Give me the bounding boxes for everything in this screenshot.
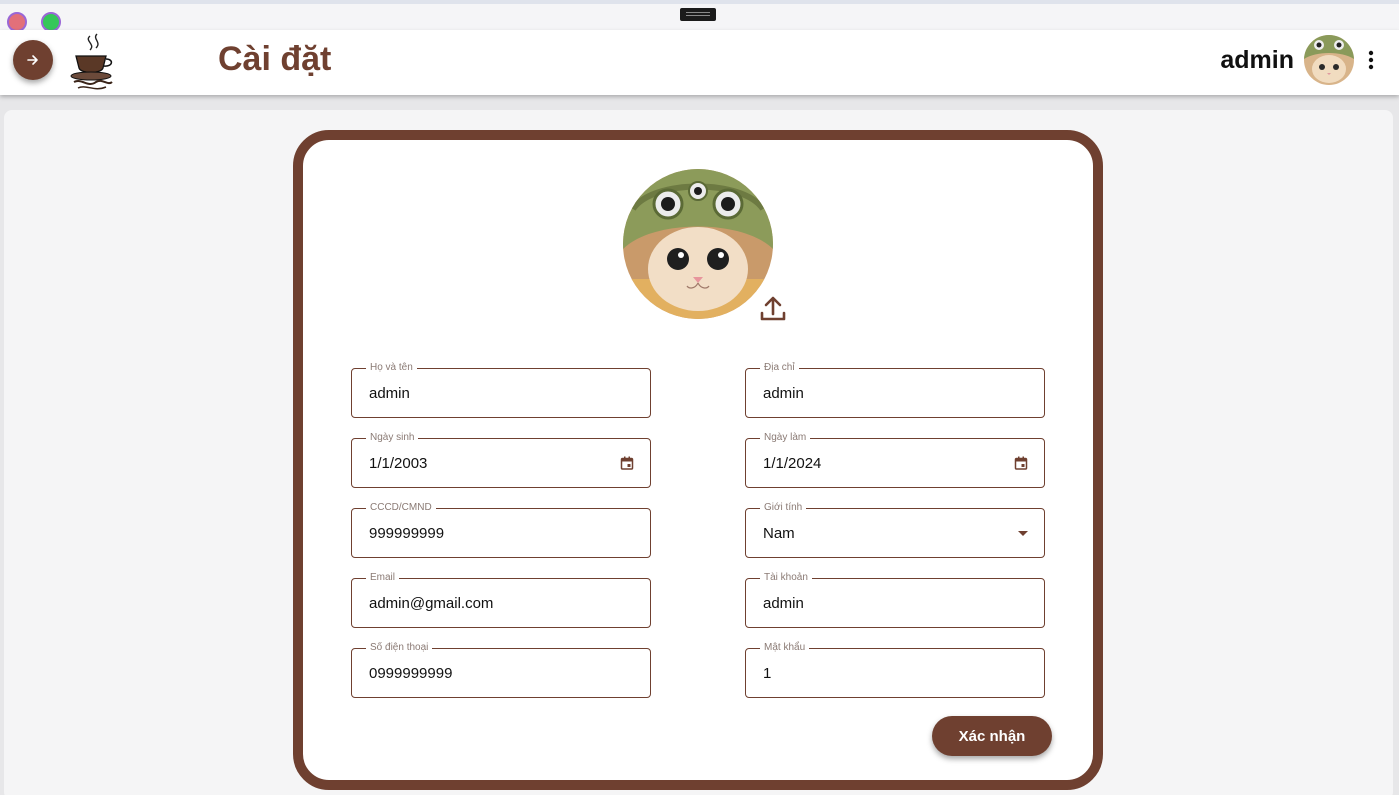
profile-avatar[interactable] (623, 169, 773, 319)
id-number-field[interactable]: CCCD/CMND 999999999 (351, 502, 651, 558)
app-bar: Cài đặt admin (0, 30, 1399, 95)
birth-date-field[interactable]: Ngày sinh 1/1/2003 (351, 432, 651, 488)
field-value[interactable]: admin (763, 385, 804, 402)
more-vertical-icon[interactable] (1362, 48, 1380, 72)
account-field[interactable]: Tài khoản admin (745, 572, 1045, 628)
caret-down-icon[interactable] (1018, 531, 1028, 536)
field-value[interactable]: 1/1/2003 (369, 455, 427, 472)
username-label: admin (1220, 46, 1294, 74)
field-value[interactable]: 1/1/2024 (763, 455, 821, 472)
field-label: Ngày làm (760, 432, 811, 444)
maximize-window-button[interactable] (41, 12, 61, 32)
field-label: Địa chỉ (760, 362, 799, 374)
field-value[interactable]: 1 (763, 665, 771, 682)
close-window-button[interactable] (7, 12, 27, 32)
cat-avatar-image (1304, 35, 1354, 85)
window-titlebar[interactable] (0, 0, 1399, 32)
field-label: Tài khoản (760, 572, 812, 584)
field-label: Số điện thoại (366, 642, 433, 654)
field-value[interactable]: admin@gmail.com (369, 595, 493, 612)
field-label: CCCD/CMND (366, 502, 436, 514)
calendar-icon[interactable] (1014, 456, 1028, 470)
field-label: Họ và tên (366, 362, 417, 374)
coffee-cup-logo (70, 33, 113, 90)
field-value[interactable]: Nam (763, 525, 795, 542)
phone-field[interactable]: Số điện thoại 0999999999 (351, 642, 651, 698)
field-value[interactable]: 0999999999 (369, 665, 452, 682)
arrow-right-icon (27, 55, 38, 65)
address-field[interactable]: Địa chỉ admin (745, 362, 1045, 418)
calendar-icon[interactable] (620, 456, 634, 470)
gender-select[interactable]: Giới tính Nam (745, 502, 1045, 558)
drag-handle[interactable] (680, 8, 716, 21)
field-value[interactable]: 999999999 (369, 525, 444, 542)
nav-toggle-button[interactable] (13, 40, 53, 80)
full-name-field[interactable]: Họ và tên admin (351, 362, 651, 418)
field-value[interactable]: admin (763, 595, 804, 612)
field-label: Email (366, 572, 400, 584)
start-date-field[interactable]: Ngày làm 1/1/2024 (745, 432, 1045, 488)
password-field[interactable]: Mật khẩu 1 (745, 642, 1045, 698)
field-value[interactable]: admin (369, 385, 410, 402)
page-title: Cài đặt (218, 40, 332, 78)
avatar[interactable] (1304, 35, 1354, 85)
field-label: Mật khẩu (760, 642, 810, 654)
cat-profile-image (623, 169, 773, 319)
confirm-button[interactable]: Xác nhận (932, 716, 1052, 756)
email-field[interactable]: Email admin@gmail.com (351, 572, 651, 628)
upload-icon[interactable] (758, 294, 788, 324)
field-label: Ngày sinh (366, 432, 419, 444)
field-label: Giới tính (760, 502, 807, 514)
